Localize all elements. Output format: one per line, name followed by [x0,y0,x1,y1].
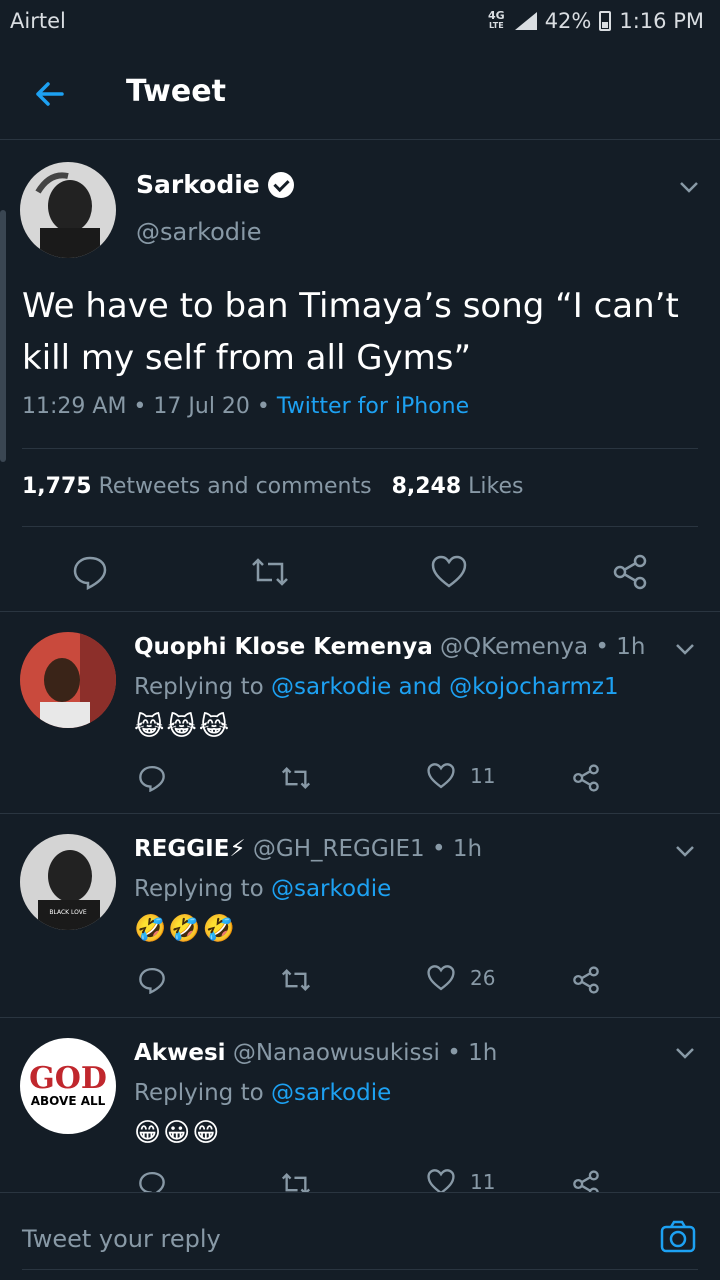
reply-header: Akwesi @Nanaowusukissi • 1h [134,1040,498,1066]
like-count: 11 [470,1170,496,1192]
share-icon[interactable] [612,554,648,590]
svg-text:BLACK LOVE: BLACK LOVE [49,909,86,916]
reply-tweet[interactable]: Quophi Klose Kemenya @QKemenya • 1h Repl… [0,612,720,814]
network-type-icon: 4G LTE [488,9,505,30]
divider [22,448,698,449]
reply-text: 😹😹😹 [134,712,232,742]
status-bar: Airtel 4G LTE 42% 1:16 PM [0,0,720,48]
like-button[interactable]: 11 [426,762,495,790]
replying-to: Replying to @sarkodie [134,876,392,902]
share-icon[interactable] [572,764,600,792]
author-name[interactable]: Sarkodie [136,170,294,199]
reply-avatar[interactable] [20,632,116,728]
like-heart-icon [427,763,455,789]
reply-icon[interactable] [138,966,166,994]
tweet-actions [0,548,720,596]
divider [22,1269,698,1270]
reply-composer: Tweet your reply [0,1192,720,1280]
author-avatar[interactable] [20,162,116,258]
back-arrow-icon[interactable] [30,74,70,114]
chevron-down-icon[interactable] [678,176,700,198]
main-tweet: Sarkodie @sarkodie We have to ban Timaya… [0,140,720,612]
divider [22,526,698,527]
reply-input[interactable]: Tweet your reply [22,1225,221,1253]
reply-actions: 26 [134,962,614,998]
reply-icon[interactable] [138,764,166,792]
tweet-stats: 1,775 Retweets and comments 8,248 Likes [22,474,524,499]
verified-badge-icon [267,171,294,198]
like-button[interactable]: 26 [426,964,495,992]
like-heart-icon [427,1169,455,1192]
reply-header: Quophi Klose Kemenya @QKemenya • 1h [134,634,646,660]
like-count: 26 [470,966,496,990]
reply-icon[interactable] [138,1170,166,1192]
retweet-icon[interactable] [280,1170,312,1192]
author-handle[interactable]: @sarkodie [136,218,261,246]
replying-to: Replying to @sarkodie and @kojocharmz1 [134,674,619,700]
page-title: Tweet [126,74,226,109]
reply-actions: 11 [134,760,614,796]
camera-icon[interactable] [660,1219,696,1255]
reply-tweet[interactable]: GOD ABOVE ALL Akwesi @Nanaowusukissi • 1… [0,1018,720,1192]
battery-icon [599,11,612,31]
reply-icon[interactable] [72,554,108,590]
tweet-meta: 11:29 AM • 17 Jul 20 • Twitter for iPhon… [22,394,470,419]
clock: 1:16 PM [619,9,704,33]
replying-to: Replying to @sarkodie [134,1080,392,1106]
tweet-text: We have to ban Timaya’s song “I can’t ki… [22,286,679,378]
retweet-icon[interactable] [280,966,312,994]
app-bar: Tweet [0,48,720,140]
retweet-icon[interactable] [280,764,312,792]
reply-header: REGGIE⚡ @GH_REGGIE1 • 1h [134,836,483,862]
likes-stat[interactable]: 8,248 Likes [392,474,524,499]
battery-percent: 42% [544,9,592,33]
tweet-source-link[interactable]: Twitter for iPhone [277,394,469,419]
like-heart-icon[interactable] [430,554,468,590]
reply-actions: 11 [134,1166,614,1192]
like-heart-icon [427,965,455,991]
reply-tweet[interactable]: BLACK LOVE REGGIE⚡ @GH_REGGIE1 • 1h Repl… [0,814,720,1018]
chevron-down-icon[interactable] [674,638,696,660]
reply-text: 😁😀😁 [134,1118,222,1148]
signal-icon [514,12,537,30]
carrier-name: Airtel [10,9,66,33]
retweets-stat[interactable]: 1,775 Retweets and comments [22,474,372,499]
reply-text: 🤣🤣🤣 [134,914,238,944]
share-icon[interactable] [572,1170,600,1192]
chevron-down-icon[interactable] [674,1042,696,1064]
reply-avatar[interactable]: BLACK LOVE [20,834,116,930]
share-icon[interactable] [572,966,600,994]
reply-avatar[interactable]: GOD ABOVE ALL [20,1038,116,1134]
like-count: 11 [470,764,496,788]
chevron-down-icon[interactable] [674,840,696,862]
retweet-icon[interactable] [250,554,290,590]
like-button[interactable]: 11 [426,1168,495,1192]
